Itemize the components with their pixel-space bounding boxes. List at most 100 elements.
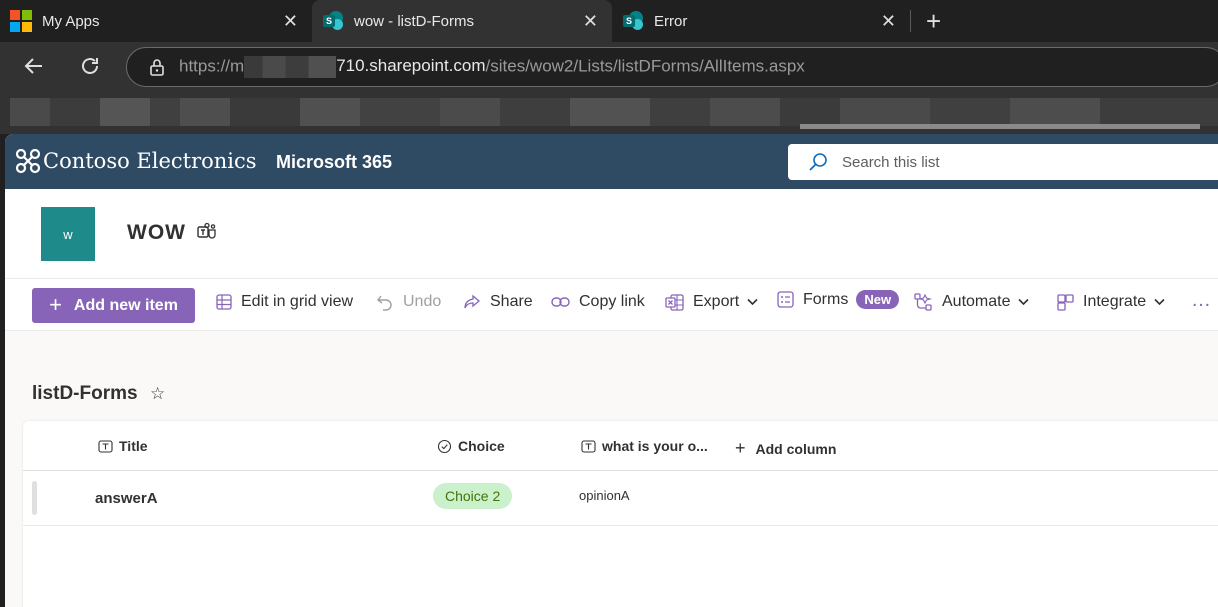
blurred-bookmark — [300, 98, 360, 126]
browser-tab-bar: My Apps ✕ S wow - listD-Forms ✕ S Error … — [0, 0, 1218, 42]
brand-name: Contoso Electronics — [43, 149, 257, 173]
export-button[interactable]: Export — [665, 293, 758, 311]
column-header-opinion[interactable]: what is your o... — [581, 438, 708, 454]
column-opinion-label: what is your o... — [602, 438, 708, 454]
tab-divider — [910, 10, 911, 32]
share-button[interactable]: Share — [463, 293, 533, 311]
blurred-bookmark — [150, 98, 180, 126]
close-tab-icon[interactable]: ✕ — [881, 11, 896, 32]
blurred-bookmark — [230, 98, 300, 126]
forms-label: Forms — [803, 290, 849, 308]
list-content: listD-Forms ☆ Title Choice what is your … — [5, 331, 1218, 607]
column-header-choice[interactable]: Choice — [437, 438, 505, 454]
share-label: Share — [490, 293, 533, 310]
excel-icon — [665, 293, 684, 311]
forms-button[interactable]: Forms New — [777, 290, 900, 309]
url-redacted — [244, 56, 337, 78]
undo-button[interactable]: Undo — [376, 293, 441, 311]
site-header: w WOW — [5, 189, 1218, 279]
undo-label: Undo — [403, 293, 442, 310]
blurred-bookmark — [50, 98, 100, 126]
column-title-label: Title — [119, 438, 148, 454]
brand[interactable]: Contoso Electronics — [15, 148, 257, 174]
blurred-bookmark — [180, 98, 230, 126]
plus-icon: + — [735, 438, 746, 458]
forms-icon — [777, 291, 794, 308]
close-tab-icon[interactable]: ✕ — [583, 11, 598, 32]
edit-grid-view-label: Edit in grid view — [241, 293, 354, 310]
add-column-button[interactable]: + Add column — [735, 438, 836, 459]
blurred-bookmark — [1100, 98, 1218, 126]
chevron-down-icon — [1018, 298, 1030, 306]
tab-wow-listd-forms[interactable]: S wow - listD-Forms ✕ — [312, 0, 612, 42]
blurred-bookmark — [840, 98, 930, 126]
choice-pill: Choice 2 — [433, 483, 513, 509]
add-column-label: Add column — [755, 440, 837, 457]
suite-bar: Contoso Electronics Microsoft 365 — [5, 134, 1218, 189]
blurred-bookmark — [10, 98, 50, 126]
back-arrow-icon[interactable] — [22, 54, 46, 84]
list-grid: Title Choice what is your o... + Add col… — [23, 421, 1218, 607]
url-path: /sites/wow2/Lists/listDForms/AllItems.as… — [485, 56, 805, 76]
automate-icon — [914, 293, 933, 311]
tab-title: wow - listD-Forms — [354, 12, 474, 30]
text-column-icon — [98, 439, 113, 453]
chevron-down-icon — [1154, 298, 1165, 306]
blurred-bookmark — [650, 98, 710, 126]
automate-button[interactable]: Automate — [914, 293, 1030, 311]
search-icon — [809, 153, 827, 171]
column-choice-label: Choice — [458, 438, 505, 454]
add-new-item-label: Add new item — [73, 296, 178, 314]
microsoft-logo-icon — [10, 10, 32, 32]
favorite-star-icon[interactable]: ☆ — [150, 384, 165, 404]
tab-title: Error — [654, 12, 688, 30]
blurred-bookmark — [930, 98, 1010, 126]
plus-icon: + — [49, 291, 62, 317]
url-text: https://m 710.sharepoint.com/sites/wow2/L… — [179, 56, 805, 78]
contoso-logo-icon — [15, 148, 41, 174]
blurred-bookmark — [780, 98, 840, 126]
integrate-button[interactable]: Integrate — [1057, 293, 1165, 311]
new-tab-icon[interactable]: + — [926, 6, 941, 37]
tab-title: My Apps — [42, 12, 100, 30]
blurred-bookmark — [710, 98, 780, 126]
blurred-bookmark — [100, 98, 150, 126]
url-host: 710.sharepoint.com — [336, 56, 486, 76]
command-bar: + Add new item Edit in grid view Undo Sh… — [5, 279, 1218, 331]
site-title[interactable]: WOW — [127, 221, 186, 245]
integrate-icon — [1057, 293, 1074, 311]
undo-icon — [376, 293, 394, 311]
reload-icon[interactable] — [78, 54, 102, 84]
blurred-bookmark — [360, 98, 440, 126]
table-row[interactable]: answerA Choice 2 opinionA — [23, 471, 1218, 526]
tab-my-apps[interactable]: My Apps ✕ — [0, 0, 312, 42]
site-logo[interactable]: w — [41, 207, 95, 261]
lock-icon — [150, 59, 164, 76]
copy-link-button[interactable]: Copy link — [551, 293, 645, 311]
url-field[interactable]: https://m 710.sharepoint.com/sites/wow2/L… — [126, 47, 1218, 87]
column-header-title[interactable]: Title — [98, 438, 148, 454]
more-options-icon[interactable]: … — [1191, 289, 1211, 312]
search-input[interactable] — [842, 153, 1142, 171]
sharepoint-page: Contoso Electronics Microsoft 365 w WOW … — [5, 134, 1218, 607]
bookmarks-bar — [0, 94, 1218, 134]
add-new-item-button[interactable]: + Add new item — [32, 288, 195, 323]
list-title[interactable]: listD-Forms — [32, 383, 138, 405]
link-icon — [551, 295, 570, 309]
edit-grid-view-button[interactable]: Edit in grid view — [216, 293, 353, 311]
app-name[interactable]: Microsoft 365 — [276, 152, 392, 173]
copy-link-label: Copy link — [579, 293, 645, 310]
blurred-bookmark — [570, 98, 650, 126]
teams-icon[interactable] — [197, 222, 217, 242]
row-select-handle[interactable] — [32, 481, 37, 515]
tab-error[interactable]: S Error ✕ — [612, 0, 910, 42]
integrate-label: Integrate — [1083, 293, 1147, 310]
blurred-bookmark — [440, 98, 500, 126]
search-box[interactable] — [788, 144, 1218, 180]
export-label: Export — [693, 293, 740, 310]
site-logo-letter: w — [63, 226, 73, 242]
row-title[interactable]: answerA — [95, 490, 158, 507]
close-tab-icon[interactable]: ✕ — [283, 11, 298, 32]
text-column-icon — [581, 439, 596, 453]
row-opinion: opinionA — [579, 488, 630, 503]
